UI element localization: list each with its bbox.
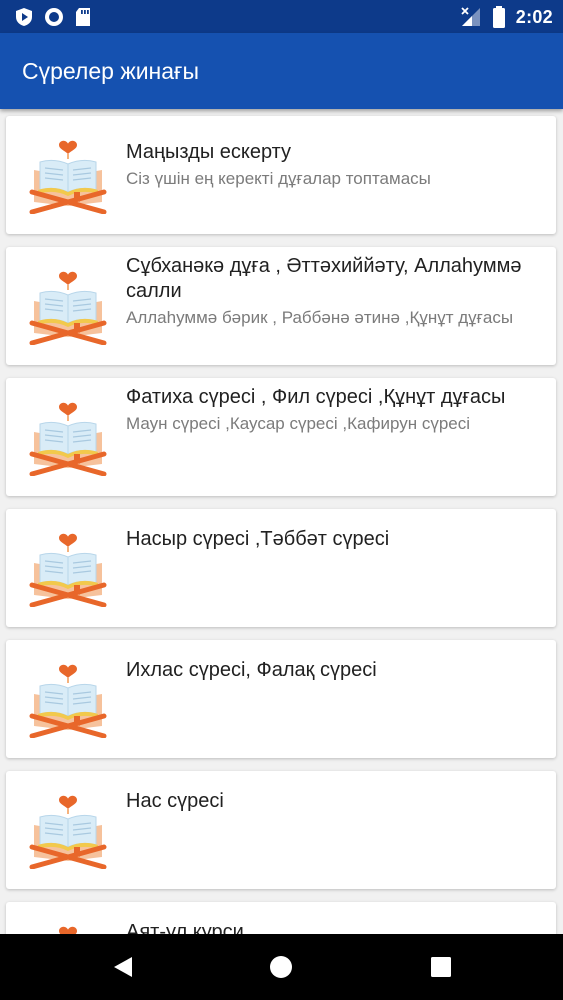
status-right-icons: 2:02 bbox=[460, 5, 553, 29]
list-item-text: Сұбханəкə дұға , Əттəхиййəту, Аллаһуммə … bbox=[126, 254, 540, 329]
list-item-title: Сұбханəкə дұға , Əттəхиййəту, Аллаһуммə … bbox=[126, 255, 522, 302]
quran-book-icon bbox=[28, 402, 108, 476]
status-bar: 2:02 bbox=[0, 0, 563, 33]
home-icon[interactable] bbox=[268, 954, 294, 980]
list-item-title: Аят-ул курси bbox=[126, 921, 244, 934]
list-item[interactable]: Аят-ул курси bbox=[6, 902, 556, 934]
play-shield-icon bbox=[16, 8, 32, 26]
list-item-subtitle: Аллаһуммə бəрик , Раббəнə əтинə ,Құнұт д… bbox=[126, 308, 514, 327]
list-item-text: Насыр сүресі ,Тəббəт сүресі bbox=[126, 527, 540, 555]
circle-icon bbox=[45, 8, 63, 26]
list-item-title: Насыр сүресі ,Тəббəт сүресі bbox=[126, 528, 390, 550]
list-item-title: Фатиха сүресі , Фил сүресі ,Құнұт дұғасы bbox=[126, 386, 506, 408]
list-item-title: Нас сүресі bbox=[126, 790, 224, 812]
quran-book-icon bbox=[28, 795, 108, 869]
back-icon[interactable] bbox=[110, 954, 136, 980]
list-item-text: Аят-ул курси bbox=[126, 920, 540, 934]
quran-book-icon bbox=[28, 533, 108, 607]
app-title: Сүрелер жинағы bbox=[22, 58, 199, 84]
quran-book-icon bbox=[28, 926, 108, 934]
battery-icon bbox=[492, 6, 505, 28]
list-item[interactable]: Сұбханəкə дұға , Əттəхиййəту, Аллаһуммə … bbox=[6, 247, 556, 365]
navigation-bar bbox=[0, 934, 563, 1000]
list-item-text: Маңызды ескерту Сіз үшін ең керекті дұға… bbox=[126, 140, 540, 190]
status-left-icons bbox=[14, 6, 92, 28]
list-item-text: Нас сүресі bbox=[126, 789, 540, 817]
list-item[interactable]: Насыр сүресі ,Тəббəт сүресі bbox=[6, 509, 556, 627]
quran-book-icon bbox=[28, 271, 108, 345]
quran-book-icon bbox=[28, 140, 108, 214]
list-item[interactable]: Фатиха сүресі , Фил сүресі ,Құнұт дұғасы… bbox=[6, 378, 556, 496]
list-item[interactable]: Нас сүресі bbox=[6, 771, 556, 889]
list-item[interactable]: Ихлас сүресі, Фалақ сүресі bbox=[6, 640, 556, 758]
quran-book-icon bbox=[28, 664, 108, 738]
list-item-title: Маңызды ескерту bbox=[126, 141, 292, 163]
sd-card-icon bbox=[76, 8, 90, 26]
recents-icon[interactable] bbox=[428, 954, 454, 980]
app-bar: Сүрелер жинағы bbox=[0, 33, 563, 109]
status-time: 2:02 bbox=[515, 6, 553, 27]
list-item-text: Фатиха сүресі , Фил сүресі ,Құнұт дұғасы… bbox=[126, 385, 540, 435]
list-item-title: Ихлас сүресі, Фалақ сүресі bbox=[126, 659, 377, 681]
list-item[interactable]: Маңызды ескерту Сіз үшін ең керекті дұға… bbox=[6, 116, 556, 234]
signal-off-icon bbox=[461, 7, 480, 26]
list-item-text: Ихлас сүресі, Фалақ сүресі bbox=[126, 658, 540, 686]
list-item-subtitle: Сіз үшін ең керекті дұғалар топтамасы bbox=[126, 169, 431, 188]
list-item-subtitle: Маун сүресі ,Каусар сүресі ,Кафирун сүре… bbox=[126, 414, 471, 433]
surah-list[interactable]: Маңызды ескерту Сіз үшін ең керекті дұға… bbox=[0, 109, 563, 934]
